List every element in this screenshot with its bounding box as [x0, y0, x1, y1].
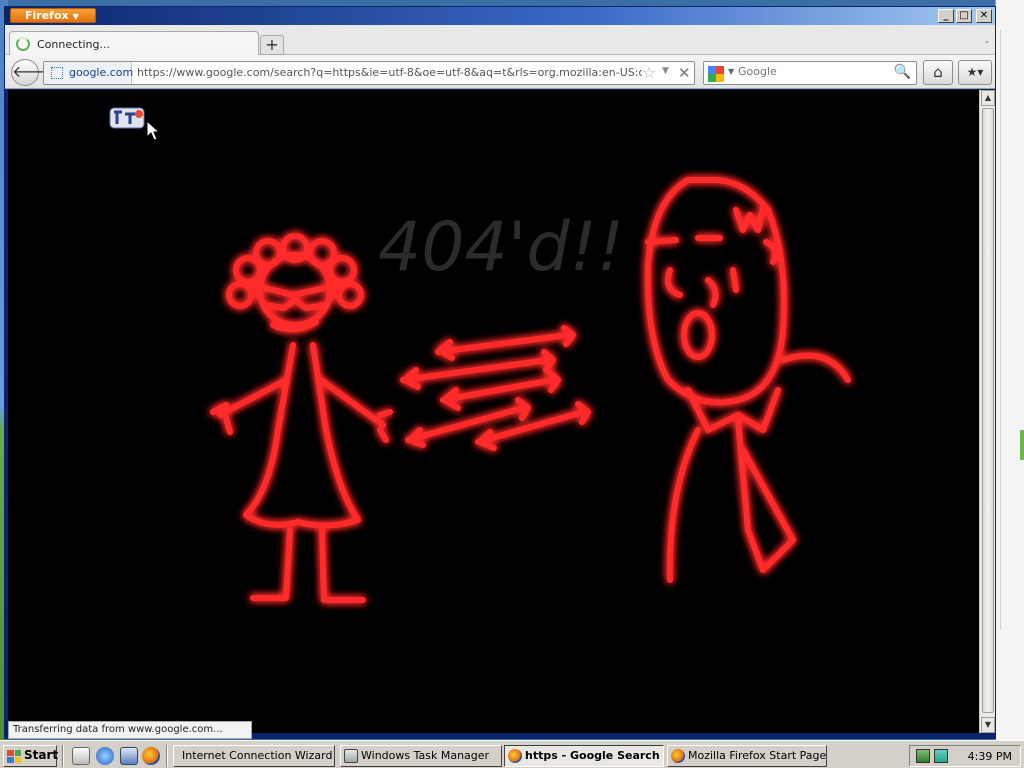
taskbar-item-task-manager[interactable]: Windows Task Manager	[340, 745, 502, 767]
maximize-button[interactable]: □	[956, 9, 972, 23]
page-content: 404'd!!	[8, 90, 979, 733]
close-button[interactable]: ✕	[976, 9, 992, 23]
taskbar-item-label: https - Google Search ...	[525, 749, 664, 762]
firefox-menu-button[interactable]: Firefox ▼	[10, 8, 96, 23]
background-window-edge	[995, 0, 1024, 740]
system-tray: 4:39 PM	[909, 745, 1021, 767]
firefox-icon[interactable]	[142, 747, 160, 765]
taskbar-separator	[62, 745, 64, 767]
loading-spinner-icon	[16, 37, 30, 51]
taskbar-item-internet-connection-wizard[interactable]: Internet Connection Wizard	[173, 745, 335, 767]
url-input[interactable]: https://www.google.com/search?q=https&ie…	[137, 66, 642, 79]
site-identity-label: google.com	[69, 66, 134, 79]
clock[interactable]: 4:39 PM	[968, 750, 1012, 763]
stop-icon[interactable]: ✕	[678, 64, 691, 82]
tab-strip: Connecting... + -	[5, 25, 995, 56]
navigation-toolbar: 🡐 google.com https://www.google.com/sear…	[5, 55, 995, 89]
back-button[interactable]: 🡐	[11, 59, 55, 86]
bookmark-star-icon[interactable]: ☆	[642, 63, 656, 82]
search-icon[interactable]: 🔍	[894, 64, 911, 80]
error-404-illustration: 404'd!!	[109, 107, 851, 603]
firefox-icon	[508, 749, 522, 763]
tab-label: Connecting...	[37, 38, 110, 51]
taskbar-item-google-search[interactable]: https - Google Search ...	[504, 745, 664, 767]
task-manager-icon	[344, 749, 358, 763]
internet-explorer-icon[interactable]	[96, 747, 114, 765]
start-button[interactable]: Start	[3, 745, 59, 767]
firefox-window: Firefox ▼ _ □ ✕ Connecting... + - 🡐 googl…	[4, 6, 996, 739]
new-tab-button[interactable]: +	[260, 35, 284, 55]
woman-figure	[210, 233, 393, 603]
background-window-scrollbar	[1000, 30, 1020, 630]
home-button[interactable]: ⌂	[923, 60, 953, 85]
chevron-down-icon: ▼	[72, 12, 79, 21]
show-desktop-icon[interactable]	[72, 747, 90, 765]
taskbar-item-firefox-start-page[interactable]: Mozilla Firefox Start Page...	[667, 745, 827, 767]
man-figure	[644, 176, 851, 583]
search-input[interactable]	[738, 65, 888, 78]
background-window-accent	[1020, 430, 1024, 460]
arrows	[400, 325, 591, 451]
home-icon: ⌂	[933, 63, 943, 81]
window-controls: _ □ ✕	[938, 9, 992, 23]
bookmarks-icon: ★▾	[966, 65, 984, 79]
start-label: Start	[24, 748, 59, 762]
taskbar: Start Internet Connection Wizard Windows…	[0, 740, 1024, 768]
small-logo-icon	[109, 107, 145, 129]
taskbar-item-label: Internet Connection Wizard	[182, 749, 333, 762]
mouse-cursor-icon	[146, 120, 160, 141]
tab-connecting[interactable]: Connecting...	[9, 31, 259, 56]
windows-logo-icon	[7, 750, 21, 763]
history-dropdown-icon[interactable]: ▼	[662, 66, 669, 76]
minimize-button[interactable]: _	[938, 9, 954, 23]
network-status-icon[interactable]	[916, 749, 930, 763]
list-all-tabs-button[interactable]: -	[985, 35, 989, 48]
vertical-scrollbar[interactable]: ▲ ▼	[979, 90, 995, 733]
taskbar-separator	[166, 745, 168, 767]
search-bar: ▼ 🔍	[703, 61, 917, 85]
status-panel: Transferring data from www.google.com...	[8, 721, 252, 739]
page-headline: 404'd!!	[378, 208, 624, 287]
security-icon[interactable]	[934, 749, 948, 763]
scroll-down-icon[interactable]: ▼	[981, 717, 995, 733]
google-engine-icon[interactable]	[708, 66, 724, 82]
taskbar-item-label: Windows Task Manager	[361, 749, 490, 762]
title-bar[interactable]: Firefox ▼ _ □ ✕	[5, 7, 995, 25]
taskbar-item-label: Mozilla Firefox Start Page...	[688, 749, 827, 762]
firefox-menu-label: Firefox	[25, 9, 69, 22]
url-bar[interactable]: google.com https://www.google.com/search…	[43, 61, 695, 85]
firefox-icon	[671, 749, 685, 763]
engine-dropdown-icon[interactable]: ▼	[728, 67, 734, 76]
scroll-thumb[interactable]	[982, 108, 994, 713]
network-icon[interactable]	[120, 747, 138, 765]
bookmarks-button[interactable]: ★▾	[958, 60, 992, 85]
scroll-up-icon[interactable]: ▲	[981, 90, 995, 106]
page-icon	[51, 67, 63, 79]
site-identity-button[interactable]: google.com	[44, 62, 134, 84]
